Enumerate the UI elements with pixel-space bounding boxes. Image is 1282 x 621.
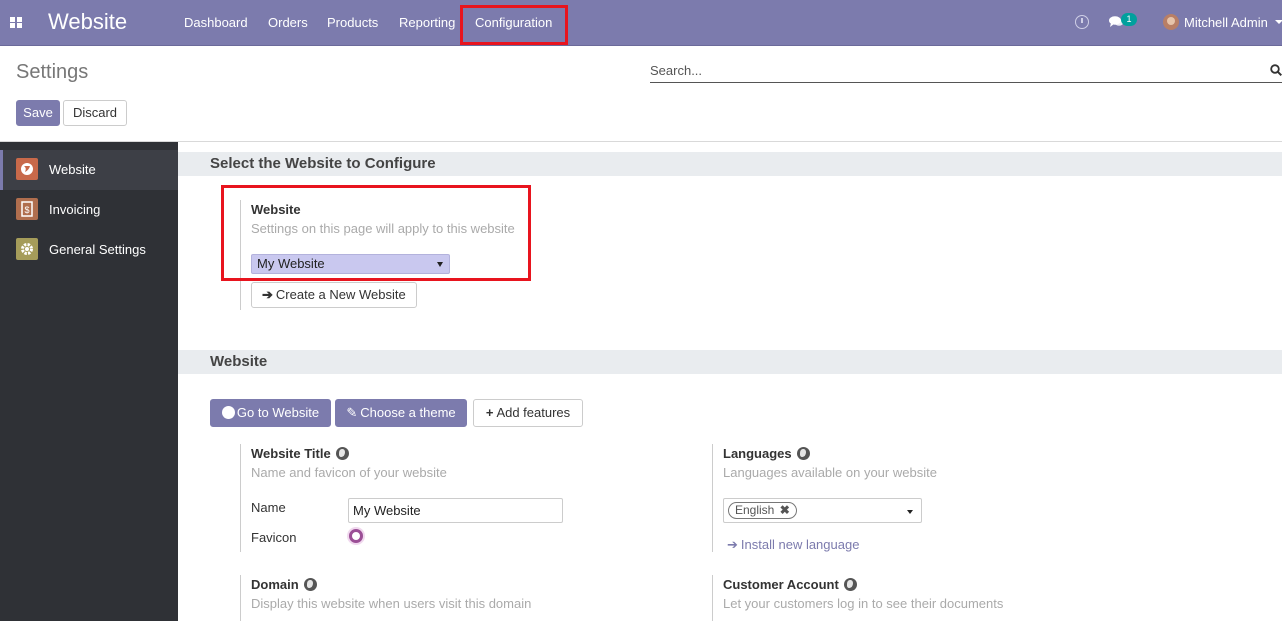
sidebar-item-label: Invoicing — [49, 202, 101, 217]
favicon-image[interactable] — [349, 529, 363, 543]
go-to-website-button[interactable]: Go to Website — [210, 399, 331, 427]
go-to-website-label: Go to Website — [236, 405, 320, 420]
section-title: Select the Website to Configure — [210, 155, 436, 172]
user-avatar[interactable] — [1163, 14, 1179, 30]
arrow-right-icon: ➔ — [727, 537, 738, 552]
user-menu-caret-icon[interactable] — [1275, 20, 1282, 24]
control-panel: Settings Save Discard — [0, 46, 1282, 142]
website-title-setting: Website Title Name and favicon of your w… — [240, 444, 640, 552]
top-navbar: Website Dashboard Orders Products Report… — [0, 0, 1282, 46]
setting-title: Languages — [723, 446, 810, 461]
settings-main: Select the Website to Configure Website … — [178, 142, 1282, 621]
user-menu-name[interactable]: Mitchell Admin — [1184, 15, 1268, 30]
domain-setting: Domain Display this website when users v… — [240, 575, 640, 621]
section-header: Website — [178, 350, 1282, 374]
search-icon[interactable] — [1270, 64, 1282, 76]
favicon-field-label: Favicon — [251, 530, 297, 545]
gear-icon — [16, 238, 38, 260]
language-tag-label: English — [735, 503, 775, 517]
website-globe-icon — [16, 158, 38, 180]
language-tag: English ✖ — [728, 502, 797, 519]
website-selector-highlight-box — [221, 185, 531, 281]
activity-clock-icon[interactable] — [1075, 15, 1089, 29]
section-title: Website — [210, 353, 268, 370]
setting-title: Website Title — [251, 446, 349, 461]
customer-account-setting: Customer Account Let your customers log … — [712, 575, 1112, 621]
install-language-link[interactable]: ➔ Install new language — [727, 537, 859, 553]
menu-products[interactable]: Products — [327, 15, 378, 30]
customer-account-label: Customer Account — [723, 577, 839, 592]
sidebar-item-invoicing[interactable]: $ Invoicing — [0, 190, 178, 230]
website-name-input[interactable] — [348, 498, 563, 523]
choose-theme-button[interactable]: ✎ Choose a theme — [335, 399, 467, 427]
add-features-label: Add features — [496, 405, 571, 420]
settings-sidebar: Website $ Invoicing General Settings — [0, 142, 178, 621]
menu-dashboard[interactable]: Dashboard — [184, 15, 248, 30]
sidebar-item-general-settings[interactable]: General Settings — [0, 230, 178, 270]
remove-tag-icon[interactable]: ✖ — [780, 503, 790, 517]
setting-title: Domain — [251, 577, 317, 592]
section-header: Select the Website to Configure — [178, 152, 1282, 176]
svg-text:$: $ — [24, 205, 29, 215]
menu-orders[interactable]: Orders — [268, 15, 308, 30]
page-title: Settings — [16, 61, 89, 83]
globe-icon — [221, 406, 235, 419]
globe-icon — [335, 447, 349, 460]
invoice-dollar-icon: $ — [16, 198, 38, 220]
domain-label: Domain — [251, 577, 299, 592]
chevron-down-icon[interactable] — [907, 510, 913, 514]
arrow-right-icon: ➔ — [262, 287, 273, 302]
search-bar — [650, 59, 1282, 83]
save-button[interactable]: Save — [16, 100, 60, 126]
choose-theme-label: Choose a theme — [360, 405, 456, 420]
setting-description: Display this website when users visit th… — [251, 596, 532, 611]
sidebar-item-label: General Settings — [49, 242, 146, 257]
discard-button[interactable]: Discard — [63, 100, 127, 126]
setting-title: Customer Account — [723, 577, 857, 592]
setting-description: Name and favicon of your website — [251, 465, 447, 480]
apps-grid-icon[interactable] — [10, 17, 22, 28]
website-title-label: Website Title — [251, 446, 331, 461]
languages-many2many-field[interactable]: English ✖ — [723, 498, 922, 523]
plus-icon: + — [485, 405, 494, 420]
install-language-label: Install new language — [740, 537, 860, 552]
paint-brush-icon: ✎ — [346, 405, 358, 420]
sidebar-item-label: Website — [49, 162, 96, 177]
languages-label: Languages — [723, 446, 792, 461]
setting-description: Let your customers log in to see their d… — [723, 596, 1004, 611]
create-website-label: Create a New Website — [275, 287, 406, 302]
languages-setting: Languages Languages available on your we… — [712, 444, 1112, 552]
add-features-button[interactable]: + Add features — [473, 399, 583, 427]
name-field-label: Name — [251, 500, 286, 515]
sidebar-item-website[interactable]: Website — [0, 150, 178, 190]
create-website-button[interactable]: ➔ Create a New Website — [251, 282, 417, 308]
messages-count-badge: 1 — [1121, 13, 1137, 26]
search-input[interactable] — [650, 59, 1260, 81]
menu-reporting[interactable]: Reporting — [399, 15, 455, 30]
globe-icon — [843, 578, 857, 591]
globe-icon — [796, 447, 810, 460]
setting-description: Languages available on your website — [723, 465, 937, 480]
globe-icon — [303, 578, 317, 591]
configuration-highlight-box — [460, 5, 568, 45]
app-name[interactable]: Website — [48, 9, 127, 35]
